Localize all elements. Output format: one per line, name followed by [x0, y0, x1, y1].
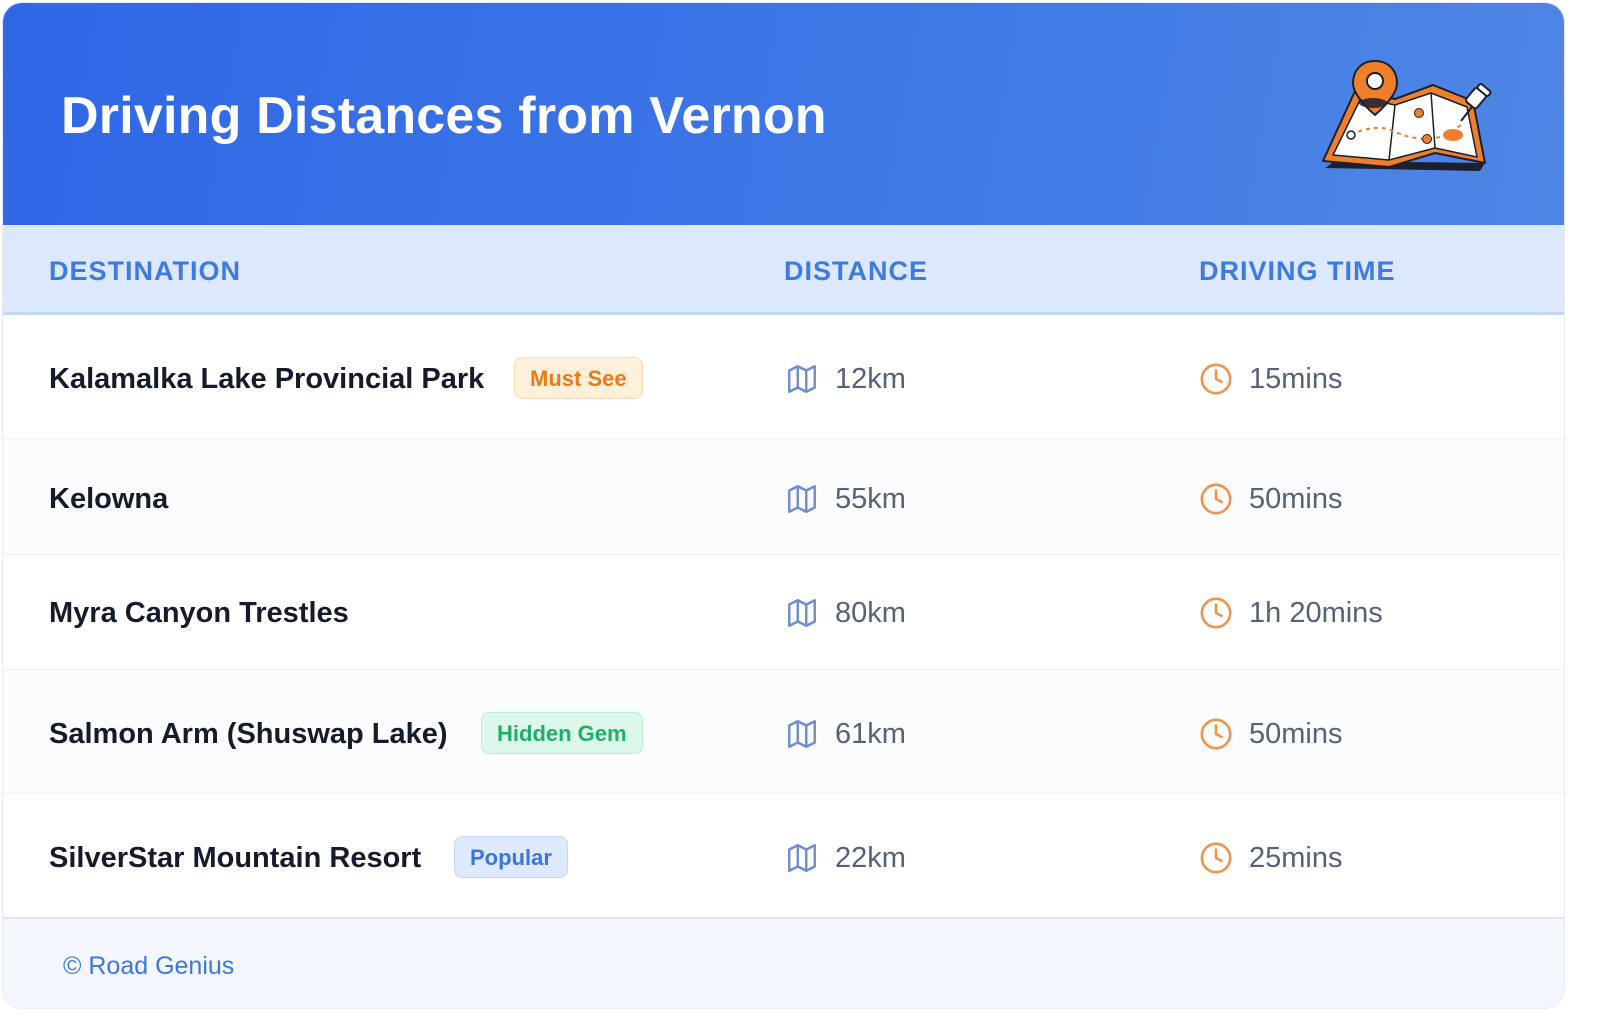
badge-popular: Popular	[454, 836, 568, 878]
clock-icon	[1200, 597, 1232, 629]
copyright-text: © Road Genius	[63, 952, 235, 980]
column-header-distance: DISTANCE	[784, 256, 929, 286]
badge-must-see: Must See	[514, 357, 643, 399]
destination-name: Myra Canyon Trestles	[49, 597, 349, 629]
driving-time-value: 25mins	[1249, 842, 1343, 874]
table-header: DESTINATION DISTANCE DRIVING TIME	[3, 225, 1564, 315]
clock-icon	[1200, 363, 1232, 395]
table-row: Kalamalka Lake Provincial Park Must See …	[3, 315, 1564, 439]
map-icon	[788, 720, 816, 748]
table-row: Myra Canyon Trestles 80km 1h 20mins	[3, 555, 1564, 670]
driving-time-value: 1h 20mins	[1249, 597, 1383, 629]
map-icon	[788, 599, 816, 627]
card-header: Driving Distances from Vernon	[3, 3, 1564, 225]
badge-hidden-gem: Hidden Gem	[481, 712, 643, 754]
distance-value: 12km	[835, 363, 906, 395]
map-icon	[788, 844, 816, 872]
card-footer: © Road Genius	[3, 917, 1564, 1008]
map-with-location-pin-icon	[1322, 59, 1492, 171]
destination-name: Kelowna	[49, 483, 169, 515]
clock-icon	[1200, 842, 1232, 874]
distance-value: 61km	[835, 718, 906, 750]
map-icon	[788, 365, 816, 393]
table-row: Salmon Arm (Shuswap Lake) Hidden Gem 61k…	[3, 670, 1564, 794]
distance-value: 80km	[835, 597, 906, 629]
distances-card: Driving Distances from Vernon DESTINATIO…	[2, 2, 1565, 1009]
driving-time-value: 15mins	[1249, 363, 1343, 395]
distance-value: 22km	[835, 842, 906, 874]
driving-time-value: 50mins	[1249, 483, 1343, 515]
distance-value: 55km	[835, 483, 906, 515]
destination-name: Kalamalka Lake Provincial Park	[49, 363, 485, 395]
clock-icon	[1200, 718, 1232, 750]
destination-name: SilverStar Mountain Resort	[49, 842, 422, 874]
page-title: Driving Distances from Vernon	[61, 87, 827, 145]
destination-name: Salmon Arm (Shuswap Lake)	[49, 718, 448, 750]
clock-icon	[1200, 483, 1232, 515]
table-row: Kelowna 55km 50mins	[3, 439, 1564, 555]
table-row: SilverStar Mountain Resort Popular 22km …	[3, 794, 1564, 917]
column-header-destination: DESTINATION	[49, 256, 241, 286]
map-icon	[788, 485, 816, 513]
column-header-driving-time: DRIVING TIME	[1199, 256, 1396, 286]
driving-time-value: 50mins	[1249, 718, 1343, 750]
